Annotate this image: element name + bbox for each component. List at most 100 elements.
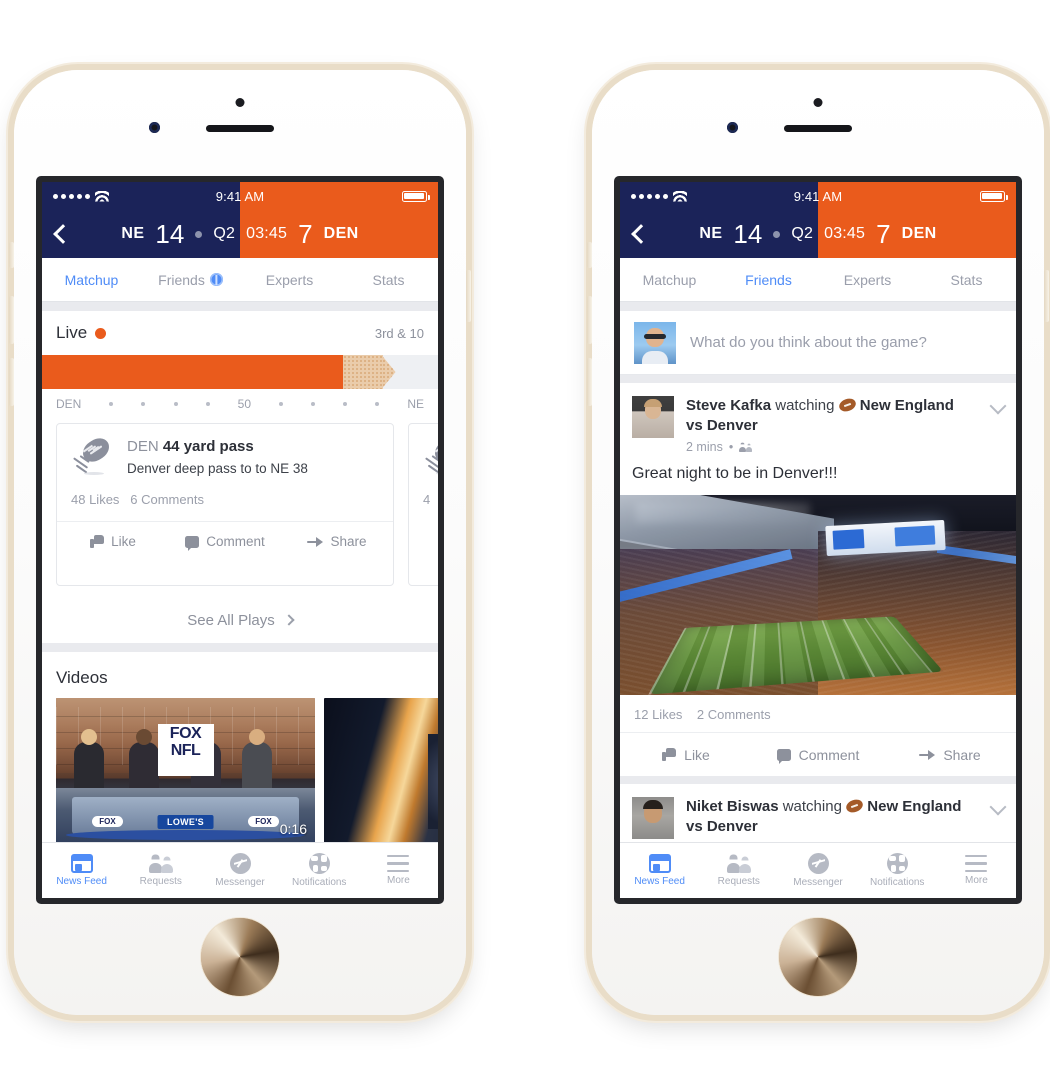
post-author-name[interactable]: Niket Biswas bbox=[686, 798, 779, 815]
away-team-abbr: NE bbox=[121, 225, 145, 242]
nav-messenger[interactable]: Messenger bbox=[200, 853, 279, 888]
nav-requests[interactable]: Requests bbox=[699, 854, 778, 887]
see-all-plays-button[interactable]: See All Plays bbox=[42, 597, 438, 643]
yard-tick bbox=[141, 402, 146, 406]
chevron-right-icon bbox=[283, 614, 295, 626]
post-author-avatar[interactable] bbox=[632, 396, 674, 438]
nav-news-feed[interactable]: News Feed bbox=[620, 854, 699, 887]
friends-badge-icon bbox=[209, 273, 223, 286]
thumbs-up-icon bbox=[90, 535, 105, 548]
post-comment-label: Comment bbox=[798, 746, 860, 763]
status-bar-time: 9:41 AM bbox=[215, 188, 265, 204]
play-engagement: 4 bbox=[409, 476, 438, 507]
tab-friends[interactable]: Friends bbox=[719, 258, 818, 301]
play-action-bar: Like Comment Share bbox=[57, 521, 393, 561]
tab-stats[interactable]: Stats bbox=[917, 258, 1016, 301]
chevron-down-icon[interactable] bbox=[989, 397, 1007, 415]
football-throw-icon bbox=[71, 433, 117, 476]
nav-requests[interactable]: Requests bbox=[121, 854, 200, 887]
stadium-jumbotron bbox=[825, 519, 946, 557]
tab-matchup[interactable]: Matchup bbox=[620, 258, 719, 301]
score-header: NE 14 Q2 03:45 7 DEN bbox=[620, 210, 1016, 258]
play-share-button[interactable]: Share bbox=[281, 522, 393, 561]
post-author-line: Niket Biswas watching New England vs Den… bbox=[686, 797, 980, 836]
post-game-line2[interactable]: vs Denver bbox=[686, 417, 758, 434]
post-photo[interactable] bbox=[620, 495, 1016, 695]
friends-feed-scroll-area[interactable]: What do you think about the game? Steve … bbox=[620, 302, 1016, 898]
volume-down-button[interactable] bbox=[9, 358, 14, 406]
tab-experts[interactable]: Experts bbox=[818, 258, 917, 301]
post-action-verb: watching bbox=[782, 798, 842, 815]
post-comment-button[interactable]: Comment bbox=[752, 733, 884, 776]
tab-matchup[interactable]: Matchup bbox=[42, 258, 141, 301]
away-score: 14 bbox=[733, 218, 763, 249]
bottom-navigation-bar: News Feed Requests Messenger Notificatio… bbox=[42, 842, 438, 898]
post-comments-count: 2 Comments bbox=[696, 707, 771, 722]
video-thumbnail[interactable] bbox=[324, 698, 438, 843]
post-like-label: Like bbox=[684, 746, 710, 763]
post-game-line1[interactable]: New England bbox=[867, 798, 961, 815]
composer-avatar bbox=[634, 321, 676, 364]
volume-up-button[interactable] bbox=[9, 296, 14, 344]
nav-news-feed[interactable]: News Feed bbox=[42, 854, 121, 887]
post-author-name[interactable]: Steve Kafka bbox=[686, 397, 771, 414]
feed-post: Niket Biswas watching New England vs Den… bbox=[620, 784, 1016, 839]
nav-notifications[interactable]: Notifications bbox=[280, 853, 359, 888]
volume-down-button[interactable] bbox=[587, 358, 592, 406]
play-card[interactable]: DEN 44 yard pass Denver deep pass to to … bbox=[56, 423, 394, 586]
home-team-abbr: DEN bbox=[901, 225, 937, 242]
live-label: Live bbox=[56, 323, 88, 342]
nav-messenger[interactable]: Messenger bbox=[778, 853, 857, 888]
yard-tick bbox=[109, 402, 114, 406]
plays-carousel[interactable]: DEN 44 yard pass Denver deep pass to to … bbox=[42, 419, 438, 597]
post-game-line1[interactable]: New England bbox=[860, 397, 954, 414]
nav-more-label: More bbox=[387, 875, 410, 886]
nav-messenger-label: Messenger bbox=[215, 877, 265, 888]
post-engagement: 12 Likes 2 Comments bbox=[620, 695, 1016, 722]
post-like-button[interactable]: Like bbox=[620, 733, 752, 776]
tab-experts[interactable]: Experts bbox=[240, 258, 339, 301]
notifications-icon bbox=[308, 853, 330, 874]
post-game-line2[interactable]: vs Denver bbox=[686, 818, 758, 835]
tab-friends[interactable]: Friends bbox=[141, 258, 240, 301]
tab-experts-label: Experts bbox=[843, 271, 892, 288]
nav-notifications-label: Notifications bbox=[291, 877, 347, 888]
matchup-scroll-area[interactable]: Live 3rd & 10 DEN 50 NE DEN 44 yard pass… bbox=[42, 302, 438, 898]
nav-more[interactable]: More bbox=[359, 855, 438, 886]
possession-dot-icon bbox=[195, 230, 203, 238]
videos-carousel[interactable]: FOX NFL FOX LOWE'S FOX 0:16 bbox=[42, 698, 438, 843]
volume-up-button[interactable] bbox=[587, 296, 592, 344]
front-camera bbox=[727, 122, 738, 133]
requests-icon bbox=[726, 854, 751, 873]
nav-more[interactable]: More bbox=[937, 855, 1016, 886]
nav-notifications[interactable]: Notifications bbox=[858, 853, 937, 888]
post-share-button[interactable]: Share bbox=[884, 733, 1016, 776]
mute-switch[interactable] bbox=[587, 242, 592, 268]
yard-tick bbox=[343, 402, 348, 406]
post-composer[interactable]: What do you think about the game? bbox=[620, 311, 1016, 375]
play-comment-button[interactable]: Comment bbox=[169, 522, 281, 561]
home-button[interactable] bbox=[779, 918, 857, 996]
play-card[interactable]: 4 bbox=[408, 423, 438, 586]
post-body-text: Great night to be in Denver!!! bbox=[632, 465, 838, 482]
field-midfield-label: 50 bbox=[237, 397, 252, 411]
tab-stats[interactable]: Stats bbox=[339, 258, 438, 301]
video-thumbnail[interactable]: FOX NFL FOX LOWE'S FOX 0:16 bbox=[56, 698, 315, 843]
chevron-down-icon[interactable] bbox=[989, 798, 1007, 816]
home-button[interactable] bbox=[201, 918, 279, 996]
power-button[interactable] bbox=[466, 270, 471, 322]
friends-audience-icon bbox=[739, 442, 753, 452]
front-camera bbox=[149, 122, 160, 133]
fox-nfl-logo: FOX NFL bbox=[157, 724, 214, 777]
play-likes-count: 48 Likes bbox=[71, 492, 120, 507]
post-share-label: Share bbox=[943, 746, 981, 763]
mute-switch[interactable] bbox=[9, 242, 14, 268]
play-headline: 44 yard pass bbox=[162, 438, 254, 455]
feed-post: Steve Kafka watching New England vs Denv… bbox=[620, 383, 1016, 776]
section-tabs: Matchup Friends Experts Stats bbox=[620, 258, 1016, 302]
play-like-button[interactable]: Like bbox=[57, 522, 169, 561]
tab-experts-label: Experts bbox=[265, 271, 314, 288]
power-button[interactable] bbox=[1044, 270, 1049, 322]
play-team-abbr: DEN bbox=[127, 438, 159, 455]
post-author-avatar[interactable] bbox=[632, 797, 674, 839]
